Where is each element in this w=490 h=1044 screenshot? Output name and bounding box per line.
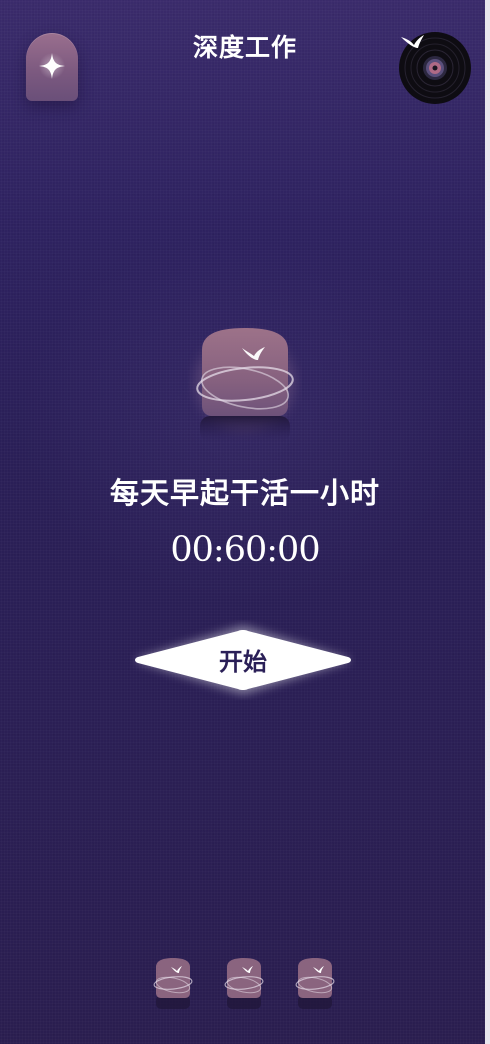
- start-button[interactable]: 开始: [130, 620, 356, 700]
- deep-work-screen: 深度工作 每天早起干活一小时 00:60:00 开始: [0, 0, 490, 1044]
- screen-edge-strip: [485, 0, 490, 1044]
- music-record-button[interactable]: [398, 31, 472, 105]
- planet-bird-illustration: [195, 328, 295, 442]
- task-title: 每天早起干活一小时: [109, 476, 380, 510]
- option-bar: [0, 955, 490, 1015]
- option-planet-bird-1[interactable]: [150, 955, 196, 1011]
- countdown-timer: 00:60:00: [170, 530, 320, 570]
- vinyl-record-icon: [399, 32, 471, 104]
- background-grain: [0, 0, 490, 1044]
- option-planet-bird-2[interactable]: [221, 955, 267, 1011]
- start-button-label: 开始: [219, 647, 267, 676]
- option-planet-bird-3[interactable]: [292, 955, 338, 1011]
